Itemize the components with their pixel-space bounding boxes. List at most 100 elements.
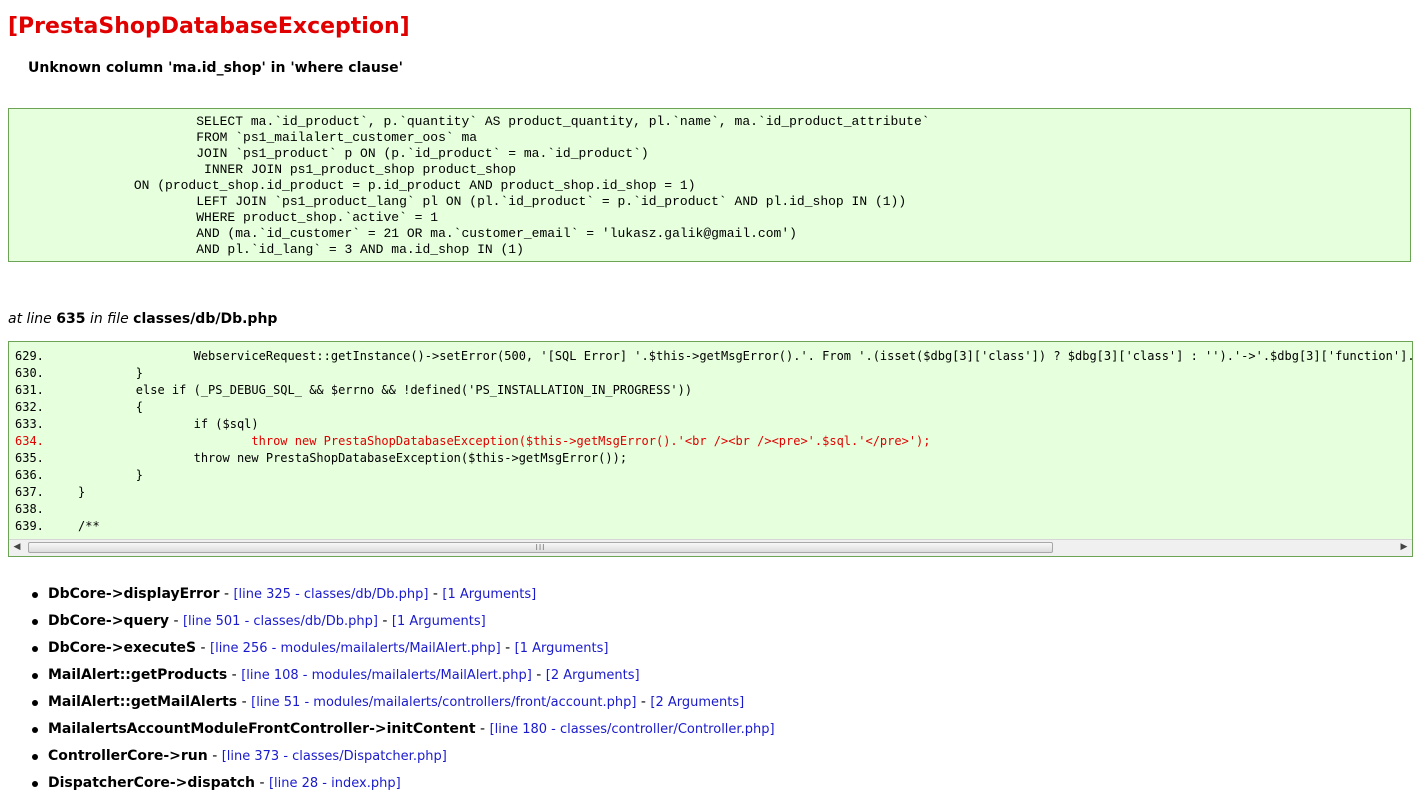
stack-trace: DbCore->displayError - [line 325 - class…: [28, 586, 775, 802]
sql-line: ON (product_shop.id_product = p.id_produ…: [9, 178, 696, 193]
line-number: 635.: [15, 451, 44, 465]
trace-separator: -: [241, 694, 247, 710]
error-message: Unknown column 'ma.id_shop' in 'where cl…: [28, 60, 403, 76]
trace-function: MailalertsAccountModuleFrontController->…: [48, 721, 476, 737]
trace-line-link[interactable]: [line 108 - modules/mailalerts/MailAlert…: [241, 668, 532, 683]
scrollbar-thumb[interactable]: III: [28, 542, 1053, 553]
trace-item: MailalertsAccountModuleFrontController->…: [28, 721, 775, 748]
trace-item: ControllerCore->run - [line 373 - classe…: [28, 748, 775, 775]
trace-arguments-link[interactable]: [2 Arguments]: [546, 668, 640, 683]
trace-function: MailAlert::getProducts: [48, 667, 228, 683]
line-number: 636.: [15, 468, 44, 482]
trace-separator: -: [173, 613, 179, 629]
error-location: at line 635 in file classes/db/Db.php: [8, 311, 277, 327]
code-line: 632. {: [9, 399, 1412, 416]
trace-separator: -: [212, 748, 218, 764]
trace-function: DbCore->displayError: [48, 586, 220, 602]
sql-line: AND (ma.`id_customer` = 21 OR ma.`custom…: [9, 226, 797, 241]
code-text: WebserviceRequest::getInstance()->setErr…: [193, 349, 1412, 363]
bullet-icon: [32, 592, 38, 598]
trace-item: DbCore->displayError - [line 325 - class…: [28, 586, 775, 613]
code-text: }: [78, 468, 144, 482]
trace-line-link[interactable]: [line 501 - classes/db/Db.php]: [183, 614, 378, 629]
trace-function: DbCore->query: [48, 613, 169, 629]
line-number: 639.: [15, 519, 44, 533]
trace-separator: -: [382, 613, 388, 629]
exception-title: [PrestaShopDatabaseException]: [8, 14, 410, 39]
location-middle: in file: [89, 311, 129, 327]
code-line: 635. throw new PrestaShopDatabaseExcepti…: [9, 450, 1412, 467]
trace-function: DispatcherCore->dispatch: [48, 775, 255, 791]
source-code-lines: 629. WebserviceRequest::getInstance()->s…: [9, 348, 1412, 534]
trace-function: ControllerCore->run: [48, 748, 208, 764]
trace-arguments-link[interactable]: [1 Arguments]: [515, 641, 609, 656]
trace-line-link[interactable]: [line 28 - index.php]: [269, 776, 401, 791]
trace-arguments-link[interactable]: [2 Arguments]: [650, 695, 744, 710]
line-number: 638.: [15, 502, 44, 516]
code-text: throw new PrestaShopDatabaseException($t…: [78, 451, 628, 465]
bullet-icon: [32, 781, 38, 787]
bullet-icon: [32, 727, 38, 733]
scroll-left-icon[interactable]: ◀: [9, 540, 25, 555]
line-number: 637.: [15, 485, 44, 499]
line-number: 629.: [15, 349, 44, 363]
horizontal-scrollbar[interactable]: ◀ III ▶: [9, 539, 1412, 556]
code-line: 636. }: [9, 467, 1412, 484]
code-text: else if (_PS_DEBUG_SQL_ && $errno && !de…: [78, 383, 693, 397]
sql-query-box: SELECT ma.`id_product`, p.`quantity` AS …: [8, 108, 1411, 262]
location-line: 635: [56, 311, 86, 327]
sql-line: FROM `ps1_mailalert_customer_oos` ma: [9, 130, 478, 145]
sql-line: AND pl.`id_lang` = 3 AND ma.id_shop IN (…: [9, 242, 524, 257]
bullet-icon: [32, 700, 38, 706]
trace-line-link[interactable]: [line 256 - modules/mailalerts/MailAlert…: [210, 641, 501, 656]
trace-line-link[interactable]: [line 51 - modules/mailalerts/controller…: [251, 695, 636, 710]
code-text: /**: [78, 519, 100, 533]
trace-line-link[interactable]: [line 373 - classes/Dispatcher.php]: [222, 749, 447, 764]
trace-line-link[interactable]: [line 325 - classes/db/Db.php]: [233, 587, 428, 602]
bullet-icon: [32, 673, 38, 679]
line-number: 630.: [15, 366, 44, 380]
trace-function: MailAlert::getMailAlerts: [48, 694, 238, 710]
code-line: 631. else if (_PS_DEBUG_SQL_ && $errno &…: [9, 382, 1412, 399]
bullet-icon: [32, 646, 38, 652]
sql-line: SELECT ma.`id_product`, p.`quantity` AS …: [9, 114, 930, 129]
trace-item: MailAlert::getProducts - [line 108 - mod…: [28, 667, 775, 694]
sql-line: JOIN `ps1_product` p ON (p.`id_product` …: [9, 146, 649, 161]
bullet-icon: [32, 754, 38, 760]
trace-separator: -: [536, 667, 542, 683]
trace-arguments-link[interactable]: [1 Arguments]: [392, 614, 486, 629]
trace-separator: -: [200, 640, 206, 656]
trace-separator: -: [432, 586, 438, 602]
trace-item: MailAlert::getMailAlerts - [line 51 - mo…: [28, 694, 775, 721]
code-line: 638.: [9, 501, 1412, 518]
source-code-box[interactable]: 629. WebserviceRequest::getInstance()->s…: [8, 341, 1413, 557]
trace-separator: -: [480, 721, 486, 737]
code-line-highlighted: 634. throw new PrestaShopDatabaseExcepti…: [9, 433, 1412, 450]
code-text: throw new PrestaShopDatabaseException($t…: [78, 434, 931, 448]
line-number: 633.: [15, 417, 44, 431]
sql-line: LEFT JOIN `ps1_product_lang` pl ON (pl.`…: [9, 194, 907, 209]
sql-line: WHERE product_shop.`active` = 1: [9, 210, 439, 225]
trace-item: DispatcherCore->dispatch - [line 28 - in…: [28, 775, 775, 802]
trace-separator: -: [259, 775, 265, 791]
code-line: 639. /**: [9, 518, 1412, 534]
trace-line-link[interactable]: [line 180 - classes/controller/Controlle…: [490, 722, 775, 737]
line-number: 634.: [15, 434, 44, 448]
code-text: {: [78, 400, 144, 414]
line-number: 631.: [15, 383, 44, 397]
code-line: 629. WebserviceRequest::getInstance()->s…: [9, 348, 1412, 365]
bullet-icon: [32, 619, 38, 625]
trace-separator: -: [223, 586, 230, 602]
trace-arguments-link[interactable]: [1 Arguments]: [442, 587, 536, 602]
scroll-right-icon[interactable]: ▶: [1396, 540, 1412, 555]
code-text: }: [78, 366, 144, 380]
trace-separator: -: [640, 694, 646, 710]
trace-item: DbCore->query - [line 501 - classes/db/D…: [28, 613, 775, 640]
location-prefix: at line: [8, 311, 52, 327]
code-text: if ($sql): [78, 417, 259, 431]
trace-separator: -: [505, 640, 511, 656]
code-text: }: [78, 485, 86, 499]
trace-item: DbCore->executeS - [line 256 - modules/m…: [28, 640, 775, 667]
location-file: classes/db/Db.php: [133, 311, 278, 327]
code-line: 637.}: [9, 484, 1412, 501]
